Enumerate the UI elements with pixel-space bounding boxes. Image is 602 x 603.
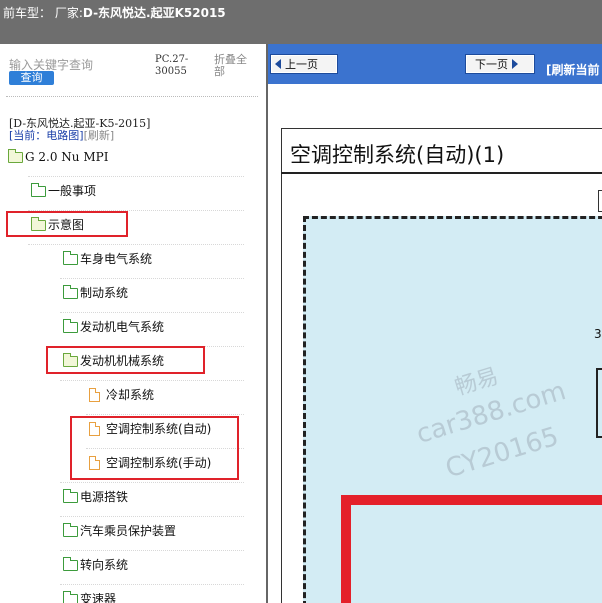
tree-item-power-ground[interactable]: 电源搭铁 — [63, 488, 128, 506]
tree-item-label: 汽车乘员保护装置 — [80, 524, 177, 538]
separator — [28, 244, 244, 245]
diagram-component — [596, 368, 602, 438]
document-icon — [89, 388, 100, 402]
tree-item-label: 一般事项 — [48, 184, 97, 198]
folder-icon — [31, 182, 46, 197]
tree-item-label: 车身电气系统 — [80, 252, 153, 266]
title-prefix: 前车型： — [3, 6, 52, 20]
title-bar: 前车型： 厂家:D-东风悦达.起亚K52015 — [0, 0, 602, 44]
tree-item-label: 变速器 — [80, 592, 117, 603]
diagram-connector — [598, 190, 602, 212]
separator — [60, 278, 244, 279]
search-button[interactable]: 查询 — [9, 71, 54, 85]
vehicle-title: 前车型： 厂家:D-东风悦达.起亚K52015 — [3, 4, 226, 21]
folder-open-icon — [8, 148, 23, 163]
tree-current: [当前：电路图][刷新] — [9, 127, 114, 143]
tree-item-occupant-protection[interactable]: 汽车乘员保护装置 — [63, 522, 176, 540]
folder-icon — [63, 488, 78, 503]
separator — [60, 482, 244, 483]
folder-icon — [63, 284, 78, 299]
document-title: 空调控制系统(自动)(1) — [290, 143, 505, 167]
tree-item-label: 转向系统 — [80, 558, 129, 572]
highlight-box — [70, 416, 239, 480]
diagram-highlight — [341, 495, 602, 603]
separator — [60, 516, 244, 517]
highlight-box — [6, 211, 128, 237]
folder-icon — [63, 318, 78, 333]
tree-item-general[interactable]: 一般事项 — [31, 182, 96, 200]
folder-icon — [63, 556, 78, 571]
prev-page-button[interactable]: 上一页 — [271, 55, 337, 73]
folder-icon — [63, 590, 78, 603]
folder-icon — [63, 250, 78, 265]
tree-item-brake[interactable]: 制动系统 — [63, 284, 128, 302]
tree-item-label: 发动机电气系统 — [80, 320, 165, 334]
tree-item-label: G 2.0 Nu MPI — [25, 150, 109, 164]
tree-item-steering[interactable]: 转向系统 — [63, 556, 128, 574]
tree-item-body-electrical[interactable]: 车身电气系统 — [63, 250, 152, 268]
current-label: [当前：电路图] — [9, 129, 84, 142]
tree-item-label: 制动系统 — [80, 286, 129, 300]
tree-refresh-link[interactable]: [刷新] — [84, 129, 115, 142]
diagram-label: 3 — [594, 327, 602, 341]
title-maker: 厂家: — [54, 6, 83, 20]
refresh-current-link[interactable]: [刷新当前 — [546, 61, 600, 78]
arrow-right-icon — [512, 59, 518, 69]
separator — [60, 312, 244, 313]
folder-icon — [63, 522, 78, 537]
separator — [28, 176, 244, 177]
tree-item-label: 电源搭铁 — [80, 490, 129, 504]
pc-code: PC.27-30055 — [155, 54, 189, 77]
arrow-left-icon — [275, 59, 281, 69]
nav-bar: 上一页 下一页 [刷新当前 — [268, 44, 602, 84]
separator — [60, 380, 244, 381]
prev-label: 上一页 — [285, 58, 318, 71]
document-panel: 上一页 下一页 [刷新当前 空调控制系统(自动)(1) 3 — [268, 44, 602, 603]
divider — [6, 96, 258, 97]
tree-item-root[interactable]: G 2.0 Nu MPI — [8, 148, 108, 166]
next-label: 下一页 — [475, 58, 508, 71]
tree-item-cooling[interactable]: 冷却系统 — [89, 386, 154, 404]
next-page-button[interactable]: 下一页 — [466, 55, 534, 73]
tree-panel: 输入关键字查询 查询 PC.27-30055 折叠全部 [D-东风悦达.起亚-K… — [0, 44, 266, 603]
highlight-box — [46, 346, 205, 374]
separator — [60, 550, 244, 551]
collapse-all-button[interactable]: 折叠全部 — [214, 54, 254, 78]
separator — [86, 414, 244, 415]
separator — [60, 584, 244, 585]
tree-item-label: 冷却系统 — [106, 388, 155, 402]
title-rule — [281, 172, 602, 174]
tree-item-transmission[interactable]: 变速器 — [63, 590, 116, 603]
tree-item-engine-electrical[interactable]: 发动机电气系统 — [63, 318, 164, 336]
title-model: D-东风悦达.起亚K52015 — [82, 6, 226, 20]
